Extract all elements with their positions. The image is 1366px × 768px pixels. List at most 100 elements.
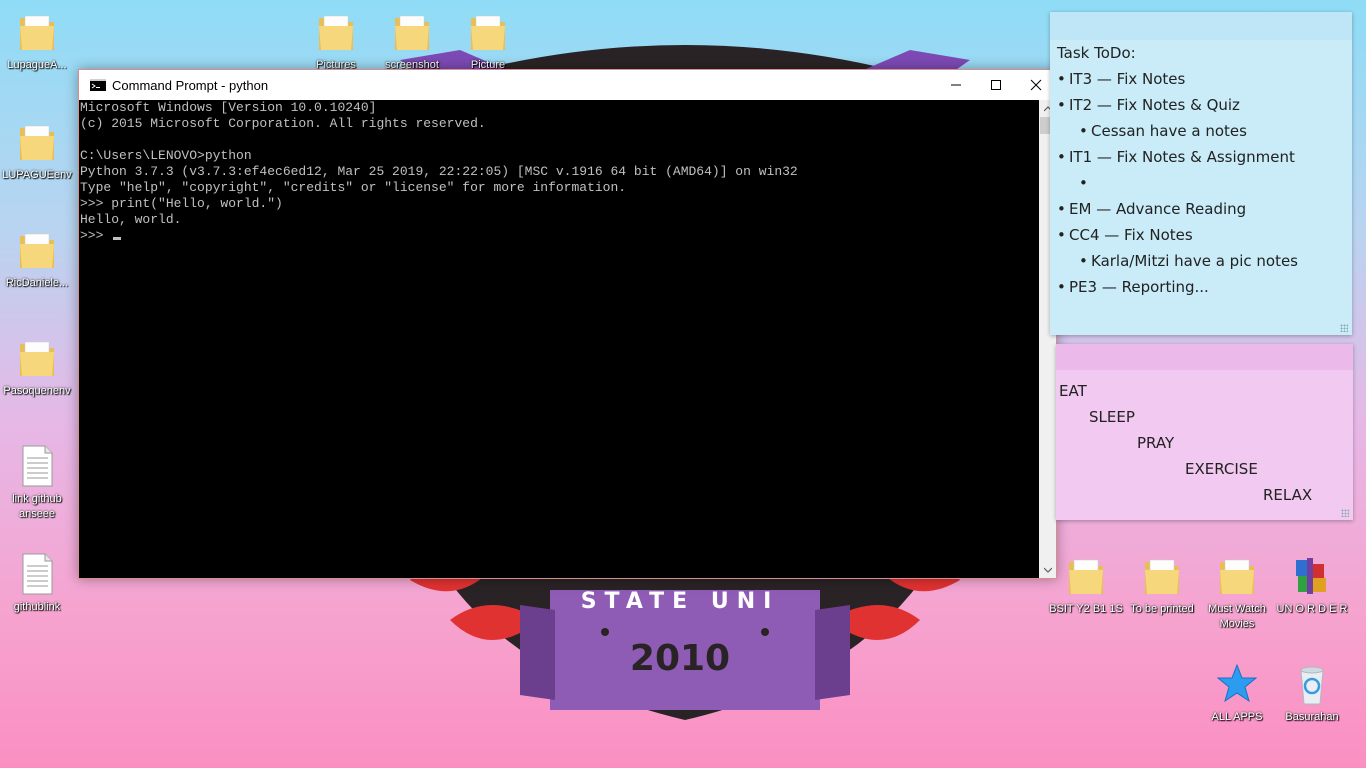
desktop-icon-link-github-anseee[interactable]: link github anseee bbox=[0, 444, 74, 522]
todo-item[interactable]: • IT3 — Fix Notes bbox=[1057, 66, 1352, 92]
recycle-bin-icon bbox=[1300, 666, 1324, 705]
todo-item[interactable]: • IT2 — Fix Notes & Quiz bbox=[1057, 92, 1352, 118]
sticky-note-routine[interactable]: EAT SLEEP PRAY EXERCISE RELAX bbox=[1056, 344, 1353, 520]
routine-words[interactable]: EAT SLEEP PRAY EXERCISE RELAX bbox=[1056, 370, 1353, 510]
command-prompt-window[interactable]: Command Prompt - python Microsoft Window… bbox=[78, 69, 1057, 579]
todo-item-text: Cessan have a notes bbox=[1091, 122, 1247, 140]
scroll-down-button[interactable] bbox=[1039, 561, 1056, 578]
routine-word: PRAY bbox=[1137, 434, 1175, 452]
desktop-icon-label: RicDaniele... bbox=[5, 277, 69, 289]
folder-icon bbox=[20, 233, 54, 268]
todo-item[interactable]: • Karla/Mitzi have a pic notes bbox=[1057, 248, 1352, 274]
chevron-down-icon bbox=[1043, 567, 1052, 573]
todo-item[interactable]: • PE3 — Reporting... bbox=[1057, 274, 1352, 300]
text-cursor bbox=[113, 237, 122, 240]
desktop-icon-pasoquenenv[interactable]: Pasoquenenv bbox=[0, 336, 74, 399]
todo-title: Task ToDo: bbox=[1057, 44, 1136, 62]
todo-item[interactable]: • bbox=[1057, 170, 1352, 196]
desktop-icon-label: Pasoquenenv bbox=[3, 385, 71, 397]
cmd-app-icon bbox=[90, 79, 106, 91]
desktop-icon-label: ALL APPS bbox=[1211, 711, 1263, 723]
todo-item[interactable]: • Cessan have a notes bbox=[1057, 118, 1352, 144]
minimize-button[interactable] bbox=[936, 70, 976, 100]
cmd-titlebar[interactable]: Command Prompt - python bbox=[79, 70, 1056, 100]
todo-item-text: IT3 — Fix Notes bbox=[1069, 70, 1186, 88]
sticky-note-todo-header[interactable] bbox=[1050, 12, 1352, 40]
routine-word: SLEEP bbox=[1089, 408, 1135, 426]
wallpaper-year: 2010 bbox=[630, 638, 730, 679]
console-prompt-line[interactable]: >>> bbox=[80, 228, 1040, 244]
todo-item[interactable]: • IT1 — Fix Notes & Assignment bbox=[1057, 144, 1352, 170]
desktop-icon-all-apps[interactable]: ALL APPS bbox=[1199, 662, 1275, 725]
console-line: >>> print("Hello, world.") bbox=[80, 196, 283, 211]
folder-icon bbox=[1069, 559, 1103, 594]
minimize-icon bbox=[951, 84, 961, 86]
desktop-icon-label: githublink bbox=[13, 601, 61, 613]
wallpaper-arc-text: STATE UNI bbox=[581, 589, 780, 614]
desktop-icon-pictures[interactable]: Pictures bbox=[298, 10, 374, 73]
bullet-icon: • bbox=[1079, 174, 1088, 192]
folder-icon bbox=[20, 125, 54, 160]
resize-grip-icon[interactable] bbox=[1340, 324, 1348, 332]
cmd-console-output[interactable]: Microsoft Windows [Version 10.0.10240] (c… bbox=[79, 100, 1040, 578]
bullet-icon: • bbox=[1079, 252, 1088, 270]
maximize-button[interactable] bbox=[976, 70, 1016, 100]
desktop-icon-label: BSIT Y2 B1 1S bbox=[1049, 603, 1123, 615]
star-icon bbox=[1217, 663, 1257, 703]
close-icon bbox=[1030, 79, 1042, 91]
console-line: (c) 2015 Microsoft Corporation. All righ… bbox=[80, 116, 486, 131]
desktop-icon-ricdaniele[interactable]: RicDaniele... bbox=[0, 228, 74, 291]
desktop-icon-githublink[interactable]: githublink bbox=[0, 552, 74, 615]
folder-icon bbox=[20, 15, 54, 50]
bullet-icon: • bbox=[1057, 200, 1066, 218]
maximize-icon bbox=[991, 80, 1001, 90]
desktop-icon-lupaguea[interactable]: LupagueA... bbox=[0, 10, 74, 73]
desktop-icon-picture[interactable]: Picture bbox=[450, 10, 526, 73]
resize-grip-icon[interactable] bbox=[1341, 509, 1349, 517]
desktop-icon-un-o-r-d-e-r[interactable]: UN O R D E R bbox=[1274, 554, 1350, 617]
bullet-icon: • bbox=[1057, 226, 1066, 244]
bullet-icon: • bbox=[1057, 70, 1066, 88]
desktop-icon-screenshot[interactable]: screenshot bbox=[374, 10, 450, 73]
winrar-icon bbox=[1296, 558, 1326, 594]
todo-item-text: PE3 — Reporting... bbox=[1069, 278, 1209, 296]
routine-word: EXERCISE bbox=[1185, 460, 1258, 478]
folder-icon bbox=[471, 15, 505, 50]
bullet-icon: • bbox=[1057, 278, 1066, 296]
desktop-icon-label: UN O R D E R bbox=[1276, 603, 1348, 615]
desktop-icon-label: LupagueA... bbox=[7, 59, 67, 71]
todo-item-text: Karla/Mitzi have a pic notes bbox=[1091, 252, 1298, 270]
desktop-icon-must-watch-movies[interactable]: Must Watch Movies bbox=[1199, 554, 1275, 632]
desktop-icon-basurahan[interactable]: Basurahan bbox=[1274, 662, 1350, 725]
todo-item[interactable]: • EM — Advance Reading bbox=[1057, 196, 1352, 222]
desktop-icon-to-be-printed[interactable]: To be printed bbox=[1124, 554, 1200, 617]
todo-item[interactable]: • CC4 — Fix Notes bbox=[1057, 222, 1352, 248]
routine-word: EAT bbox=[1059, 382, 1087, 400]
console-line: Microsoft Windows [Version 10.0.10240] bbox=[80, 100, 377, 115]
desktop-icon-bsit-y2-b1-1s[interactable]: BSIT Y2 B1 1S bbox=[1048, 554, 1124, 617]
todo-item-text: IT2 — Fix Notes & Quiz bbox=[1069, 96, 1240, 114]
folder-icon bbox=[1220, 559, 1254, 594]
todo-list[interactable]: Task ToDo: • IT3 — Fix Notes • IT2 — Fix No… bbox=[1050, 40, 1352, 300]
desktop-icon-label: To be printed bbox=[1130, 603, 1194, 615]
todo-item-text: IT1 — Fix Notes & Assignment bbox=[1069, 148, 1295, 166]
console-line: Type "help", "copyright", "credits" or "… bbox=[80, 180, 627, 195]
bullet-icon: • bbox=[1057, 148, 1066, 166]
todo-item-text: CC4 — Fix Notes bbox=[1069, 226, 1193, 244]
sticky-note-routine-header[interactable] bbox=[1056, 344, 1353, 370]
text-file-icon bbox=[22, 445, 53, 487]
sticky-note-todo[interactable]: Task ToDo: • IT3 — Fix Notes • IT2 — Fix No… bbox=[1050, 12, 1352, 335]
desktop-icon-label: Basurahan bbox=[1285, 711, 1339, 723]
console-prompt: >>> bbox=[80, 228, 112, 243]
console-line: C:\Users\LENOVO>python bbox=[80, 148, 252, 163]
folder-icon bbox=[20, 341, 54, 376]
bullet-icon: • bbox=[1057, 96, 1066, 114]
desktop-icon-label: LUPAGUEenv bbox=[2, 169, 72, 181]
text-file-icon bbox=[22, 553, 53, 595]
folder-icon bbox=[395, 15, 429, 50]
desktop-icon-label: link github anseee bbox=[12, 493, 62, 520]
desktop-icon-lupagueenv[interactable]: LUPAGUEenv bbox=[0, 120, 74, 183]
routine-word: RELAX bbox=[1263, 486, 1313, 504]
bullet-icon: • bbox=[1079, 122, 1088, 140]
